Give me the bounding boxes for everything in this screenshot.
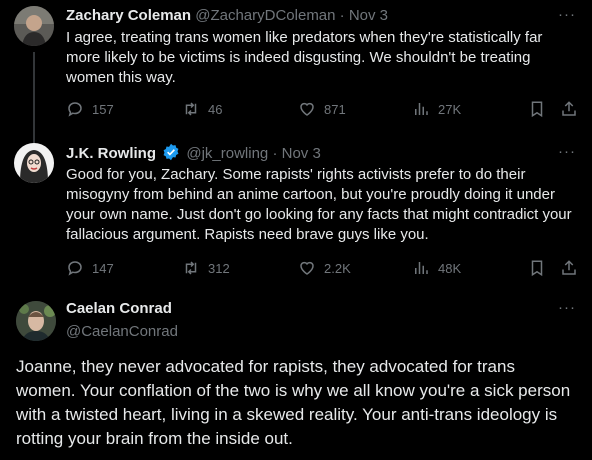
tweet-caelan-conrad[interactable]: Caelan Conrad @CaelanConrad ··· Joanne, … [0,285,592,460]
tweet-header: Zachary Coleman @ZacharyDColeman · Nov 3 [66,6,388,26]
separator: · [272,145,278,162]
repost-icon [185,102,197,116]
bookmark-icon [531,101,543,118]
like-count: 2.2K [324,260,351,276]
share-icon [562,260,576,275]
action-bar: 147 312 2.2K 48K [66,259,586,279]
repost-count: 46 [208,101,223,117]
repost-button[interactable]: 46 [182,100,222,118]
tweet-date[interactable]: Nov 3 [349,7,388,24]
share-button[interactable] [560,259,586,277]
display-name[interactable]: Zachary Coleman [66,7,191,24]
share-button[interactable] [560,100,586,118]
views-button[interactable]: 48K [412,259,461,277]
display-name[interactable]: Caelan Conrad [66,299,178,319]
user-handle[interactable]: @jk_rowling [186,145,268,162]
like-button[interactable]: 2.2K [298,259,351,277]
reply-icon [68,261,82,276]
user-handle[interactable]: @CaelanConrad [66,322,178,342]
repost-count: 312 [208,260,230,276]
tweet-text: I agree, treating trans women like preda… [66,29,543,86]
reply-count: 157 [92,101,114,117]
views-button[interactable]: 27K [412,100,461,118]
bookmark-button[interactable] [528,100,554,118]
separator: · [339,7,345,24]
views-icon [415,262,428,274]
view-count: 48K [438,260,462,276]
tweet-header: J.K. Rowling @jk_rowling · Nov 3 [66,143,321,164]
like-button[interactable]: 871 [298,100,346,118]
bookmark-button[interactable] [528,259,554,277]
display-name[interactable]: J.K. Rowling [66,145,156,162]
tweet-header: Caelan Conrad @CaelanConrad [66,299,178,342]
more-options-button[interactable]: ··· [558,299,576,316]
tweet-date[interactable]: Nov 3 [282,145,321,162]
share-icon [562,101,576,116]
view-count: 27K [438,101,462,117]
more-options-button[interactable]: ··· [558,143,576,160]
thread-line [33,52,35,135]
avatar-caelan-conrad[interactable] [16,301,56,341]
tweet-text: Joanne, they never advocated for rapists… [16,357,571,448]
verified-badge-icon[interactable] [162,143,180,161]
avatar-zachary-coleman[interactable] [14,6,54,46]
like-count: 871 [324,101,346,117]
repost-icon [185,261,197,275]
like-icon [300,261,314,275]
thread-line-top [33,135,35,143]
like-icon [300,102,314,116]
reply-button[interactable]: 147 [66,259,114,277]
tweet-zachary-coleman[interactable]: Zachary Coleman @ZacharyDColeman · Nov 3… [0,0,592,135]
tweet-text: Good for you, Zachary. Some rapists' rig… [66,166,572,243]
more-options-button[interactable]: ··· [558,6,576,23]
repost-button[interactable]: 312 [182,259,230,277]
tweet-jk-rowling[interactable]: J.K. Rowling @jk_rowling · Nov 3 ··· Goo… [0,135,592,285]
views-icon [415,103,428,115]
bookmark-icon [531,260,543,277]
reply-button[interactable]: 157 [66,100,114,118]
reply-count: 147 [92,260,114,276]
reply-icon [68,102,82,117]
action-bar: 157 46 871 27K [66,100,586,120]
avatar-jk-rowling[interactable] [14,143,54,183]
user-handle[interactable]: @ZacharyDColeman [195,7,335,24]
